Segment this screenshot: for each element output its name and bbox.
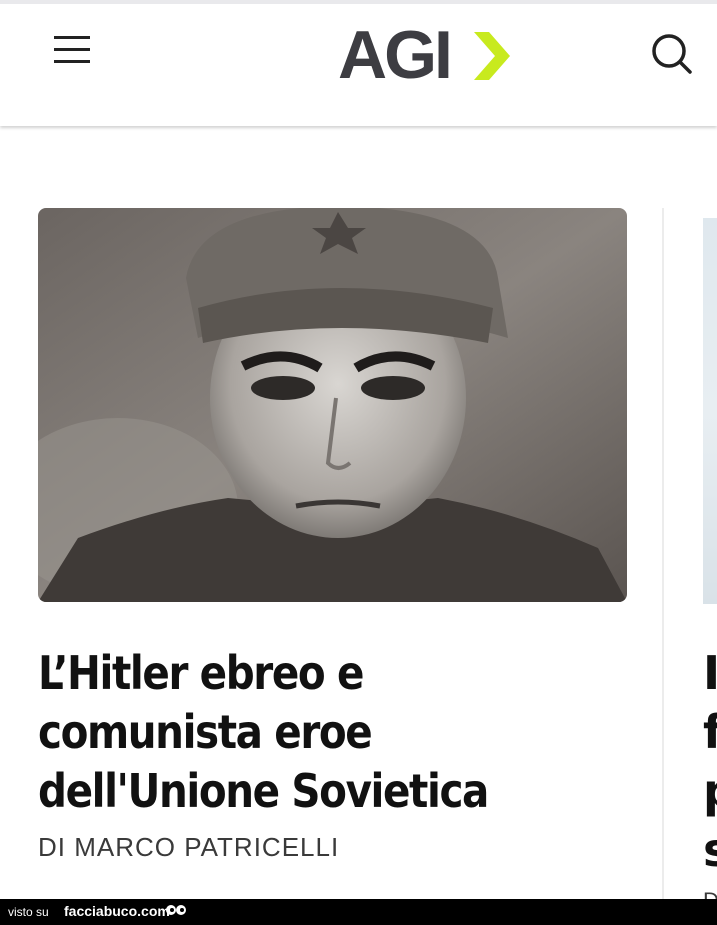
headline-line: L’Hitler ebreo e [38, 646, 364, 700]
watermark-prefix: visto su [8, 905, 49, 919]
watermark-bar: visto su facciabuco.com [0, 899, 717, 925]
headline-line: comunista eroe [38, 705, 373, 759]
logo-chevron [474, 32, 510, 80]
logo-text: AGI [338, 22, 450, 86]
search-icon[interactable] [648, 30, 694, 76]
next-article-headline[interactable]: I f p s [703, 644, 717, 880]
next-article-photo[interactable] [703, 218, 717, 604]
agi-logo[interactable]: AGI [338, 22, 513, 86]
card-divider [662, 208, 664, 900]
hamburger-menu-icon[interactable] [52, 30, 92, 70]
watermark-site: facciabuco.com [64, 903, 170, 919]
headline-line: dell'Unione Sovietica [38, 764, 489, 818]
article-headline[interactable]: L’Hitler ebreo e comunista eroe dell'Uni… [38, 644, 566, 821]
next-article-card[interactable]: I f p s D [703, 208, 717, 900]
eyes-icon [166, 905, 186, 915]
article-byline: DI MARCO PATRICELLI [38, 832, 340, 862]
article-photo[interactable] [38, 208, 627, 602]
site-header: AGI [0, 0, 717, 126]
